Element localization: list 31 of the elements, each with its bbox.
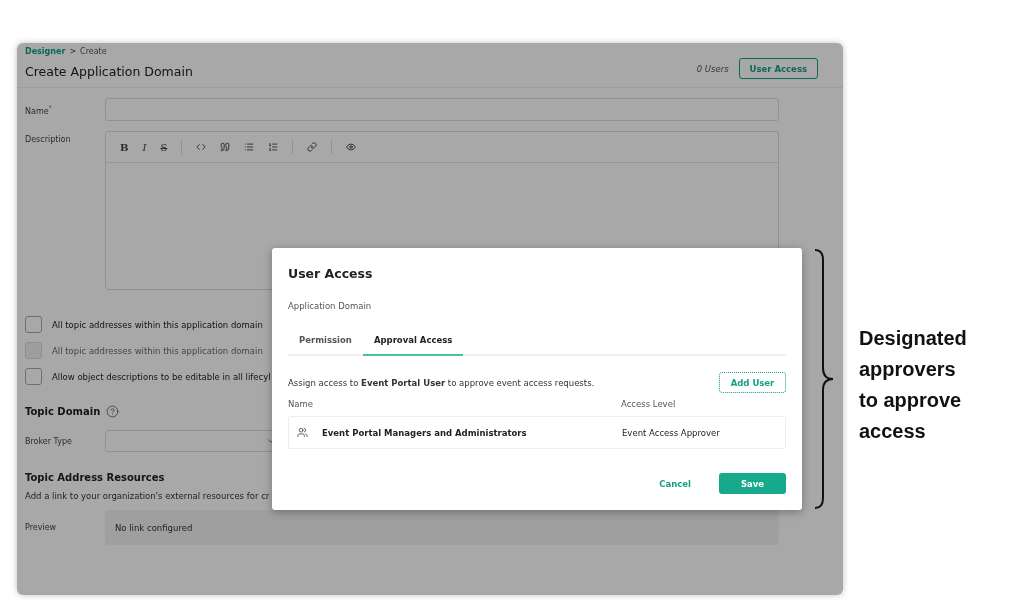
checkbox-label: Allow object descriptions to be editable in all lifecyl (52, 371, 271, 382)
save-button[interactable]: Save (719, 473, 786, 494)
column-header: Access Level (621, 399, 677, 409)
field-label: Preview (25, 523, 58, 532)
column-header: Name (288, 399, 315, 409)
field-label: Name$^{*}$ (25, 103, 53, 116)
hint-text: Add a link to your organization's external resources for cr (25, 491, 270, 501)
section-heading: Topic Domain (25, 406, 101, 417)
checkbox-label: All topic addresses within this application domain (52, 319, 263, 330)
users-count: 0 Users (696, 63, 729, 74)
field-label: Description (25, 134, 72, 144)
cancel-button[interactable]: Cancel (653, 477, 697, 490)
format-button[interactable]: B (120, 141, 129, 153)
format-button[interactable]: S (160, 141, 168, 153)
tab[interactable]: Approval Access (362, 327, 464, 356)
field-label: Broker Type (25, 436, 73, 446)
table-cell: Event Access Approver (622, 427, 720, 438)
checkbox-label: All topic addresses within this application domain (52, 345, 263, 356)
annotation-text: Designated approvers to approve access (859, 326, 968, 444)
breadcrumb-current: Create (80, 47, 107, 56)
preview-field: No link configured (105, 510, 779, 545)
breadcrumb-separator: > (69, 47, 77, 56)
table-cell-text: Event Portal Managers and Administrators (322, 427, 528, 438)
tab[interactable]: Permission (288, 327, 363, 356)
dialog-subtitle: Application Domain (288, 301, 373, 311)
dialog-title: User Access (288, 266, 374, 281)
description-text: Assign access to Event Portal User to approve event access requests. (288, 377, 595, 388)
add-user-button[interactable]: Add User (719, 372, 786, 393)
page-title: Create Application Domain (25, 64, 193, 79)
format-button[interactable]: I (142, 141, 147, 153)
section-heading: Topic Address Resources (25, 472, 165, 483)
